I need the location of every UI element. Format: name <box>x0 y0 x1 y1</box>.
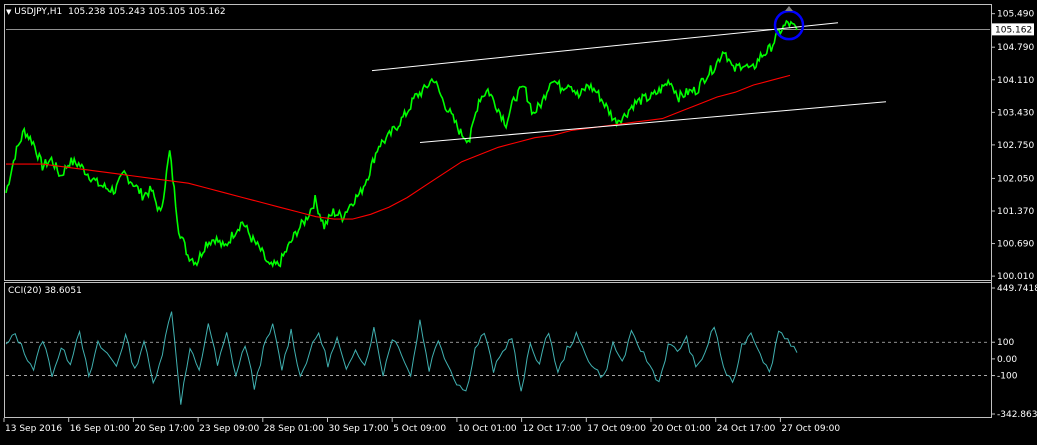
chart-canvas[interactable]: 105.490 104.790 104.110 103.430 102.750 102.0… <box>0 0 1037 441</box>
price-tick-label: 104.790 <box>997 43 1034 53</box>
time-tick-label: 16 Sep 01:00 <box>70 424 130 434</box>
cci-tick-label: 0.00 <box>997 355 1017 365</box>
chart-terminal[interactable]: 105.490 104.790 104.110 103.430 102.750 102.0… <box>0 0 1037 441</box>
indicator-value: 38.6051 <box>44 286 82 296</box>
time-tick-label: 12 Oct 17:00 <box>523 424 582 434</box>
time-tick-label: 24 Oct 17:00 <box>717 424 776 434</box>
time-tick-label: 28 Sep 01:00 <box>264 424 324 434</box>
price-tick-label: 102.050 <box>997 174 1034 184</box>
price-tick-label: 103.430 <box>997 108 1034 118</box>
price-tick-label: 100.010 <box>997 272 1034 282</box>
dropdown-triangle-icon[interactable]: ▼ <box>6 8 11 16</box>
cci-tick-label: -342.8634 <box>997 410 1037 420</box>
ohlc-values: 105.238 105.243 105.105 105.162 <box>68 7 226 17</box>
time-tick-label: 5 Oct 09:00 <box>393 424 446 434</box>
time-tick-label: 20 Oct 01:00 <box>652 424 711 434</box>
price-tick-label: 104.110 <box>997 76 1034 86</box>
price-line <box>5 19 798 269</box>
time-tick-label: 23 Sep 09:00 <box>199 424 259 434</box>
cci-tick-label: 449.7418 <box>997 284 1037 294</box>
price-tick-label: 100.690 <box>997 240 1034 250</box>
symbol-label: USDJPY,H1 <box>14 7 63 17</box>
current-bar-marker <box>785 6 793 11</box>
time-tick-label: 20 Sep 17:00 <box>134 424 194 434</box>
main-chart-layer <box>5 6 990 269</box>
time-tick-label: 27 Oct 09:00 <box>781 424 840 434</box>
cci-layer <box>5 311 990 405</box>
price-tick-label: 102.750 <box>997 141 1034 151</box>
price-tick-label: 105.490 <box>997 10 1034 20</box>
indicator-name: CCI(20) <box>8 286 42 296</box>
moving-average-line <box>6 74 791 220</box>
axis-layer: 105.490 104.790 104.110 103.430 102.750 102.0… <box>3 10 1037 434</box>
cci-tick-label: 100 <box>997 338 1014 348</box>
indicator-header: CCI(20) 38.6051 <box>8 286 82 296</box>
price-tick-label: 101.370 <box>997 207 1034 217</box>
cci-line <box>5 311 798 405</box>
time-tick-label: 13 Sep 2016 <box>5 424 62 434</box>
time-tick-label: 10 Oct 01:00 <box>458 424 517 434</box>
main-header: ▼ USDJPY,H1 105.238 105.243 105.105 105.… <box>6 7 226 17</box>
main-panel-frame <box>4 4 992 281</box>
indicator-panel-frame <box>4 282 992 418</box>
current-price-label: 105.162 <box>995 25 1032 35</box>
time-tick-label: 17 Oct 09:00 <box>587 424 646 434</box>
time-tick-label: 30 Sep 17:00 <box>329 424 389 434</box>
cci-tick-label: -100 <box>997 372 1018 382</box>
lower-trendline <box>419 101 887 143</box>
